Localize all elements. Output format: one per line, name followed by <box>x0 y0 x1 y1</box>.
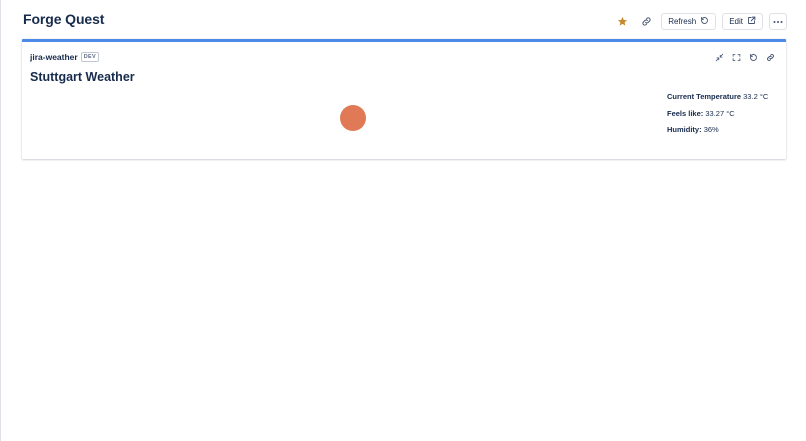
sun-icon <box>340 105 366 131</box>
gadget-title: Stuttgart Weather <box>30 70 135 84</box>
more-button[interactable] <box>769 12 787 30</box>
humidity-value: 36% <box>703 125 719 135</box>
external-edit-icon <box>747 16 756 27</box>
page-title: Forge Quest <box>23 11 105 27</box>
edit-button-label: Edit <box>729 16 743 26</box>
temperature-value: 33.2 °C <box>743 92 769 101</box>
gadget-card: jira-weather DEV Stuttgart Weather Curre… <box>22 39 786 159</box>
link-icon[interactable] <box>764 51 776 63</box>
humidity-row: Humidity: 36% <box>667 125 768 142</box>
weather-stats: Current Temperature 33.2 °C Feels like: … <box>667 92 768 142</box>
refresh-icon[interactable] <box>747 51 759 63</box>
edit-button[interactable]: Edit <box>722 12 763 30</box>
refresh-button[interactable]: Refresh <box>661 12 717 30</box>
env-badge: DEV <box>80 52 99 62</box>
humidity-label: Humidity: <box>667 125 702 135</box>
feels-like-label: Feels like: <box>667 108 704 118</box>
fullscreen-icon[interactable] <box>730 51 742 63</box>
temperature-row: Current Temperature 33.2 °C <box>667 92 768 109</box>
header-actions: Refresh Edit <box>613 12 787 30</box>
temperature-label: Current Temperature <box>667 92 742 101</box>
gadget-tools <box>713 51 776 63</box>
refresh-icon <box>700 16 709 27</box>
page-header: Forge Quest Refresh Edit <box>1 0 806 40</box>
page: { "page": { "title": "Forge Quest" }, "h… <box>0 0 806 441</box>
refresh-button-label: Refresh <box>668 16 697 26</box>
collapse-icon[interactable] <box>713 51 725 63</box>
feels-like-row: Feels like: 33.27 °C <box>667 109 768 126</box>
feels-like-value: 33.27 °C <box>705 108 735 118</box>
more-icon <box>773 17 783 26</box>
star-icon[interactable] <box>613 12 631 30</box>
link-icon[interactable] <box>637 12 655 30</box>
app-name-label: jira-weather <box>30 52 78 62</box>
gadget-app-name: jira-weather DEV <box>30 52 99 62</box>
